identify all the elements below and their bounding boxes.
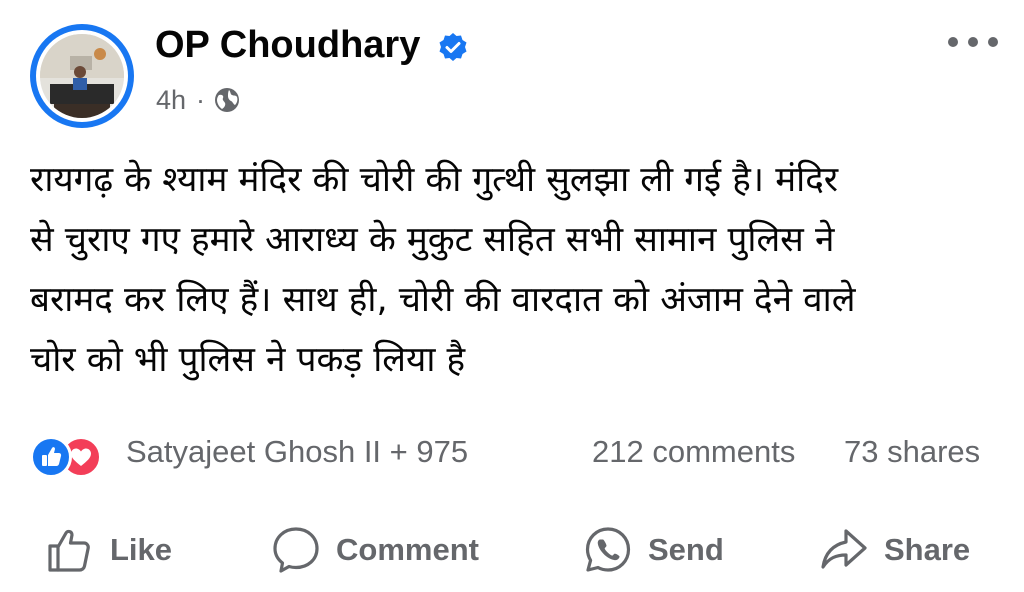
profile-photo-illustration	[40, 34, 124, 118]
share-button[interactable]: Share	[818, 518, 970, 582]
avatar-border	[36, 30, 128, 122]
comment-button[interactable]: Comment	[270, 518, 479, 582]
reactions-summary-bar: Satyajeet Ghosh II + 975 212 comments 73…	[0, 428, 1024, 478]
author-name[interactable]: OP Choudhary	[155, 24, 420, 67]
globe-icon	[215, 88, 240, 112]
send-label: Send	[648, 532, 724, 567]
comments-count[interactable]: 212 comments	[592, 434, 795, 470]
messenger-whatsapp-icon	[585, 527, 631, 572]
send-button[interactable]: Send	[582, 518, 724, 582]
post-meta: 4h ·	[156, 84, 241, 116]
like-reaction-icon[interactable]	[30, 436, 72, 478]
post-body-text: रायगढ़ के श्याम मंदिर की चोरी की गुत्थी …	[30, 160, 856, 380]
post-header: OP Choudhary 4h ·	[0, 0, 1024, 140]
avatar[interactable]	[30, 24, 134, 128]
comment-bubble-icon	[273, 527, 319, 573]
shares-count[interactable]: 73 shares	[844, 434, 980, 470]
more-horizontal-icon[interactable]	[944, 30, 1002, 54]
meta-separator: ·	[196, 84, 206, 115]
comment-label: Comment	[336, 532, 479, 567]
like-label: Like	[110, 532, 173, 567]
verified-badge-icon	[439, 33, 467, 61]
post-actions-bar: Like Comment Send Share	[0, 518, 1024, 582]
reactions-summary-text[interactable]: Satyajeet Ghosh II + 975	[126, 434, 468, 470]
share-label: Share	[884, 532, 971, 567]
post-timestamp[interactable]: 4h	[156, 85, 186, 116]
thumbs-up-icon	[48, 529, 90, 572]
like-button[interactable]: Like	[44, 518, 172, 582]
share-arrow-icon	[821, 529, 867, 569]
like-reaction-glyph	[42, 447, 62, 466]
avatar-photo	[40, 34, 124, 118]
